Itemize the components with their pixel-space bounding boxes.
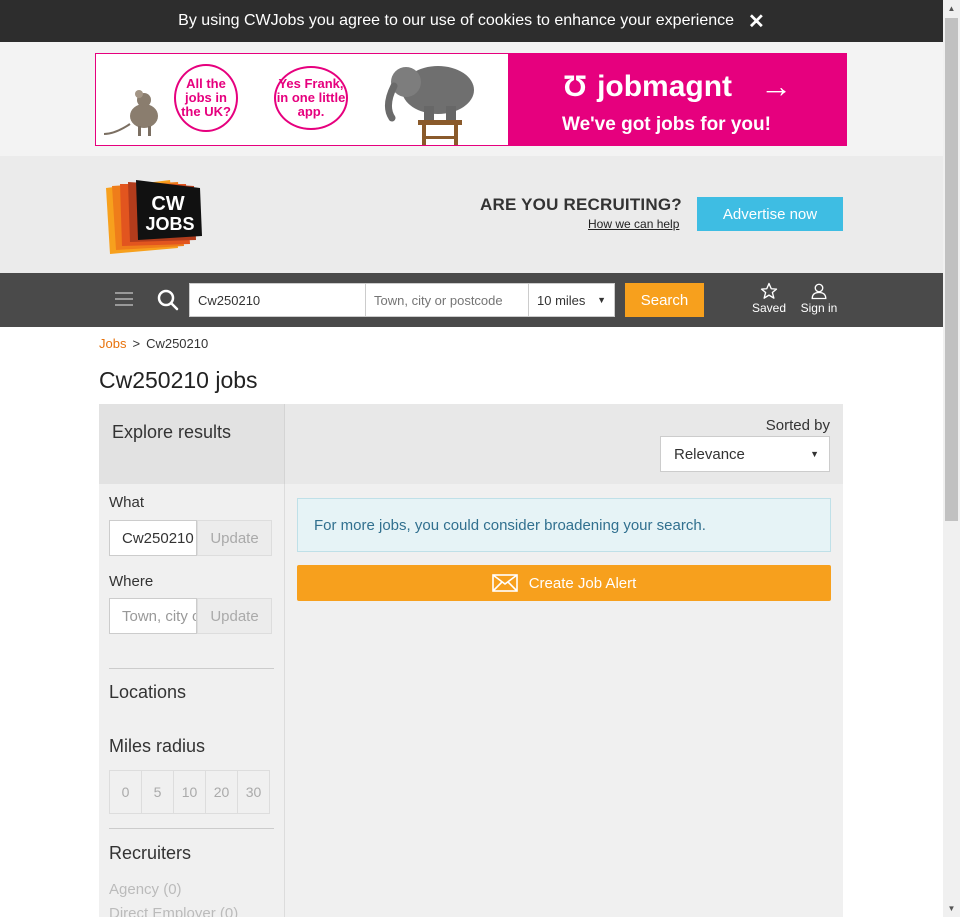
sort-select[interactable]: Relevance ▼ — [660, 436, 830, 472]
ad-zone: All the jobs in the UK? Yes Frank, in on… — [0, 42, 943, 156]
miles-select-value: 10 miles — [537, 292, 586, 308]
miles-radius-heading: Miles radius — [109, 736, 206, 756]
create-job-alert-label: Create Job Alert — [528, 574, 637, 592]
results-panel: Explore results Sorted by Relevance ▼ Wh… — [99, 404, 843, 917]
broaden-search-notice: For more jobs, you could consider broade… — [297, 498, 831, 552]
mouse-icon — [103, 90, 158, 136]
ad-brand-panel: Ʊ jobmagnt → We've got jobs for you! — [508, 54, 846, 145]
logo-text-jobs: JOBS — [145, 214, 194, 234]
where-label: Where — [109, 573, 154, 590]
ad-brand-line: Ʊ jobmagnt → — [563, 68, 792, 105]
miles-option-30[interactable]: 30 — [238, 771, 269, 813]
sort-select-value: Relevance — [674, 445, 745, 463]
ad-illustration: All the jobs in the UK? Yes Frank, in on… — [96, 54, 508, 145]
sorted-by-label: Sorted by — [765, 417, 830, 434]
location-input[interactable] — [365, 283, 529, 317]
search-bar: 10 miles ▼ Search Saved Sign in — [0, 273, 943, 327]
ad-bubble-question: All the jobs in the UK? — [174, 64, 238, 132]
miles-option-20[interactable]: 20 — [206, 771, 238, 813]
page-scrollbar[interactable]: ▲ ▼ — [943, 0, 960, 917]
what-update-button[interactable]: Update — [197, 520, 272, 556]
recruiters-heading: Recruiters — [109, 843, 192, 863]
cookie-banner: By using CWJobs you agree to our use of … — [0, 0, 943, 42]
logo-text-cw: CW — [151, 193, 184, 215]
where-update-button[interactable]: Update — [197, 598, 272, 634]
explore-results-title: Explore results — [112, 422, 232, 442]
divider — [109, 828, 274, 829]
saved-label: Saved — [751, 301, 787, 315]
search-icon[interactable] — [157, 289, 179, 311]
breadcrumb: Jobs > Cw250210 — [99, 336, 208, 351]
caret-down-icon: ▼ — [597, 295, 606, 305]
page: By using CWJobs you agree to our use of … — [0, 0, 943, 917]
menu-icon[interactable] — [115, 292, 133, 306]
miles-option-0[interactable]: 0 — [110, 771, 142, 813]
sign-in-label: Sign in — [800, 301, 838, 315]
miles-option-5[interactable]: 5 — [142, 771, 174, 813]
filter-sidebar: What Cw250210 Update Where Town, city or… — [99, 484, 285, 917]
divider — [109, 668, 274, 669]
keyword-input[interactable] — [189, 283, 366, 317]
sort-header: Sorted by Relevance ▼ — [285, 404, 843, 484]
search-button[interactable]: Search — [625, 283, 704, 317]
page-title: Cw250210 jobs — [99, 367, 258, 393]
ad-tagline: We've got jobs for you! — [562, 114, 771, 135]
star-icon — [760, 282, 778, 299]
how-we-can-help-link[interactable]: How we can help — [588, 217, 679, 231]
scroll-up-icon[interactable]: ▲ — [943, 0, 960, 17]
recruiting-title: ARE YOU RECRUITING? — [480, 195, 682, 214]
arrow-right-icon: → — [760, 68, 793, 104]
miles-option-10[interactable]: 10 — [174, 771, 206, 813]
site-header: CW JOBS ARE YOU RECRUITING? How we can h… — [0, 156, 943, 273]
what-label: What — [109, 494, 145, 511]
recruiter-filter-direct-employer[interactable]: Direct Employer (0) — [109, 905, 238, 917]
ad-bubble-answer: Yes Frank, in one little app. — [274, 66, 348, 130]
envelope-icon — [491, 574, 518, 592]
cwjobs-logo[interactable]: CW JOBS — [100, 178, 204, 254]
caret-down-icon: ▼ — [810, 449, 819, 459]
locations-heading: Locations — [109, 682, 187, 702]
ad-brand-name: jobmagnt — [597, 69, 733, 103]
where-input[interactable]: Town, city or postcode — [109, 598, 197, 634]
create-job-alert-button[interactable]: Create Job Alert — [297, 565, 831, 601]
breadcrumb-jobs-link[interactable]: Jobs — [99, 336, 126, 351]
magnet-icon: Ʊ — [563, 69, 588, 103]
user-icon — [811, 283, 827, 300]
scroll-down-icon[interactable]: ▼ — [943, 900, 960, 917]
what-input[interactable]: Cw250210 — [109, 520, 197, 556]
sign-in-link[interactable]: Sign in — [797, 282, 841, 315]
elephant-icon — [385, 66, 474, 145]
breadcrumb-separator: > — [132, 336, 141, 351]
cookie-close-icon[interactable]: ✕ — [748, 9, 765, 34]
scrollbar-thumb[interactable] — [945, 18, 958, 521]
cookie-text: By using CWJobs you agree to our use of … — [178, 12, 735, 29]
recruiter-filter-agency[interactable]: Agency (0) — [109, 881, 182, 898]
miles-radius-options: 0 5 10 20 30 — [109, 770, 270, 814]
jobmagnt-ad-banner[interactable]: All the jobs in the UK? Yes Frank, in on… — [95, 53, 847, 146]
miles-select[interactable]: 10 miles ▼ — [528, 283, 615, 317]
breadcrumb-current: Cw250210 — [146, 336, 209, 351]
saved-jobs-link[interactable]: Saved — [751, 282, 787, 315]
explore-results-header: Explore results — [99, 404, 285, 484]
advertise-now-button[interactable]: Advertise now — [697, 197, 843, 231]
